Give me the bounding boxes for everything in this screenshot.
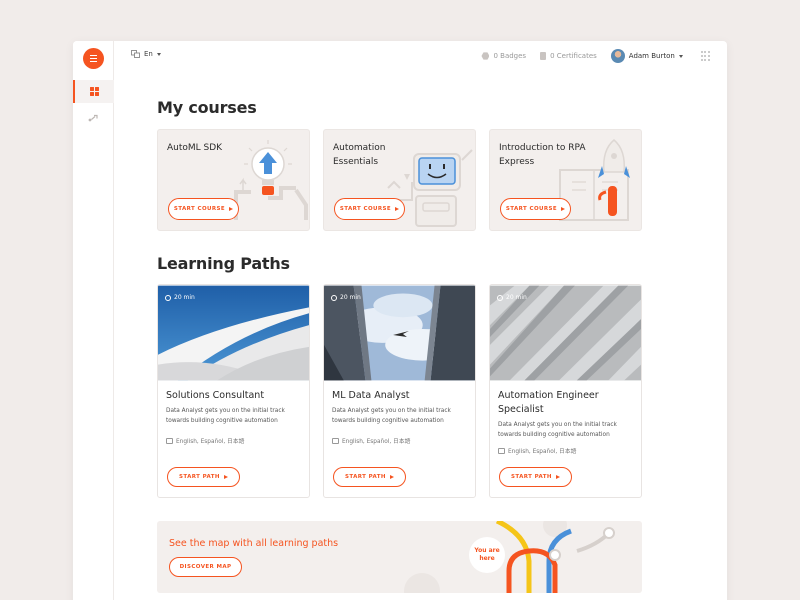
duration-label: 20 min xyxy=(174,294,195,301)
play-icon xyxy=(555,475,560,479)
duration: 20 min xyxy=(165,294,195,301)
learning-path-card[interactable]: 20 min ML Data Analyst Data Analyst gets… xyxy=(323,284,476,498)
user-name: Adam Burton xyxy=(628,52,675,60)
menu-icon-line xyxy=(90,57,97,60)
start-path-button[interactable]: START PATH xyxy=(167,467,240,487)
translate-icon xyxy=(166,437,173,444)
start-path-label: START PATH xyxy=(345,474,386,480)
timer-icon xyxy=(331,294,337,301)
path-description: Data Analyst gets you on the initial tra… xyxy=(332,408,451,424)
avatar xyxy=(610,49,625,63)
start-course-label: START COURSE xyxy=(505,206,558,212)
badge-icon xyxy=(481,52,490,60)
menu-icon-line xyxy=(90,61,97,63)
path-title: Solutions Consultant xyxy=(166,390,265,401)
play-icon xyxy=(229,207,234,211)
course-card[interactable]: AutoML SDK START COURSE xyxy=(157,129,310,231)
play-icon xyxy=(223,475,228,479)
user-menu[interactable]: Adam Burton xyxy=(610,49,683,63)
path-title: Automation Engineer Specialist xyxy=(498,390,599,415)
sidebar-item-dashboard[interactable] xyxy=(73,80,114,103)
course-title: AutoML SDK xyxy=(167,143,223,153)
dashboard-icon xyxy=(90,87,99,96)
translate-icon xyxy=(332,437,339,444)
certificate-icon xyxy=(540,52,547,60)
path-description: Data Analyst gets you on the initial tra… xyxy=(166,408,285,424)
start-path-label: START PATH xyxy=(511,474,552,480)
menu-icon xyxy=(90,54,97,56)
duration-label: 20 min xyxy=(506,294,527,301)
translate-icon xyxy=(131,50,140,58)
chevron-down-icon xyxy=(156,52,161,56)
topbar-right: 0 Badges 0 Certificates Adam Burton xyxy=(481,49,710,63)
path-languages: English, Español, 日本語 xyxy=(498,446,576,455)
play-icon xyxy=(561,207,566,211)
banner-title: See the map with all learning paths xyxy=(169,538,339,549)
discover-map-label: DISCOVER MAP xyxy=(179,564,232,570)
apps-grid-icon[interactable] xyxy=(700,51,710,61)
duration: 20 min xyxy=(497,294,527,301)
duration-label: 20 min xyxy=(340,294,361,301)
learning-paths-heading: Learning Paths xyxy=(157,254,290,273)
timer-icon xyxy=(165,294,171,301)
course-title: Introduction to RPA Express xyxy=(499,143,586,167)
path-languages: English, Español, 日本語 xyxy=(332,436,410,445)
sidebar-item-paths[interactable] xyxy=(73,106,114,129)
language-label: En xyxy=(144,50,153,58)
route-icon xyxy=(88,114,98,121)
badges-counter[interactable]: 0 Badges xyxy=(481,52,526,60)
certificates-counter[interactable]: 0 Certificates xyxy=(540,52,597,60)
chevron-down-icon xyxy=(678,54,683,58)
translate-icon xyxy=(498,447,505,454)
learning-path-card[interactable]: 20 min Automation Engineer Specialist Da… xyxy=(489,284,642,498)
play-icon xyxy=(389,475,394,479)
play-icon xyxy=(395,207,400,211)
certificates-label: 0 Certificates xyxy=(550,52,597,60)
start-course-label: START COURSE xyxy=(173,206,226,212)
badges-label: 0 Badges xyxy=(493,52,527,60)
timer-icon xyxy=(497,294,503,301)
course-title: Automation Essentials xyxy=(333,143,386,167)
you-are-here-marker: You are here xyxy=(469,547,505,563)
path-languages-label: English, Español, 日本語 xyxy=(176,439,245,445)
menu-button[interactable] xyxy=(83,48,104,69)
topbar: En 0 Badges 0 Certificates Adam Burton xyxy=(114,41,727,71)
marker-line-2: here xyxy=(479,555,495,562)
path-languages: English, Español, 日本語 xyxy=(166,436,244,445)
start-path-label: START PATH xyxy=(179,474,220,480)
marker-line-1: You are xyxy=(474,547,500,554)
course-card[interactable]: Automation Essentials START COURSE xyxy=(323,129,476,231)
learning-map-banner: See the map with all learning paths DISC… xyxy=(157,521,642,593)
start-course-label: START COURSE xyxy=(339,206,392,212)
path-title: ML Data Analyst xyxy=(332,390,410,401)
start-path-button[interactable]: START PATH xyxy=(333,467,406,487)
sidebar xyxy=(73,41,114,600)
app-window: En 0 Badges 0 Certificates Adam Burton M… xyxy=(73,41,727,600)
duration: 20 min xyxy=(331,294,361,301)
start-course-button[interactable]: START COURSE xyxy=(168,198,239,220)
discover-map-button[interactable]: DISCOVER MAP xyxy=(169,557,242,577)
start-course-button[interactable]: START COURSE xyxy=(334,198,405,220)
start-path-button[interactable]: START PATH xyxy=(499,467,572,487)
learning-path-card[interactable]: 20 min Solutions Consultant Data Analyst… xyxy=(157,284,310,498)
path-languages-label: English, Español, 日本語 xyxy=(342,439,411,445)
language-selector[interactable]: En xyxy=(131,50,161,58)
path-description: Data Analyst gets you on the initial tra… xyxy=(498,422,617,438)
course-card[interactable]: Introduction to RPA Express START COURSE xyxy=(489,129,642,231)
path-languages-label: English, Español, 日本語 xyxy=(508,449,577,455)
my-courses-heading: My courses xyxy=(157,98,257,117)
start-course-button[interactable]: START COURSE xyxy=(500,198,571,220)
